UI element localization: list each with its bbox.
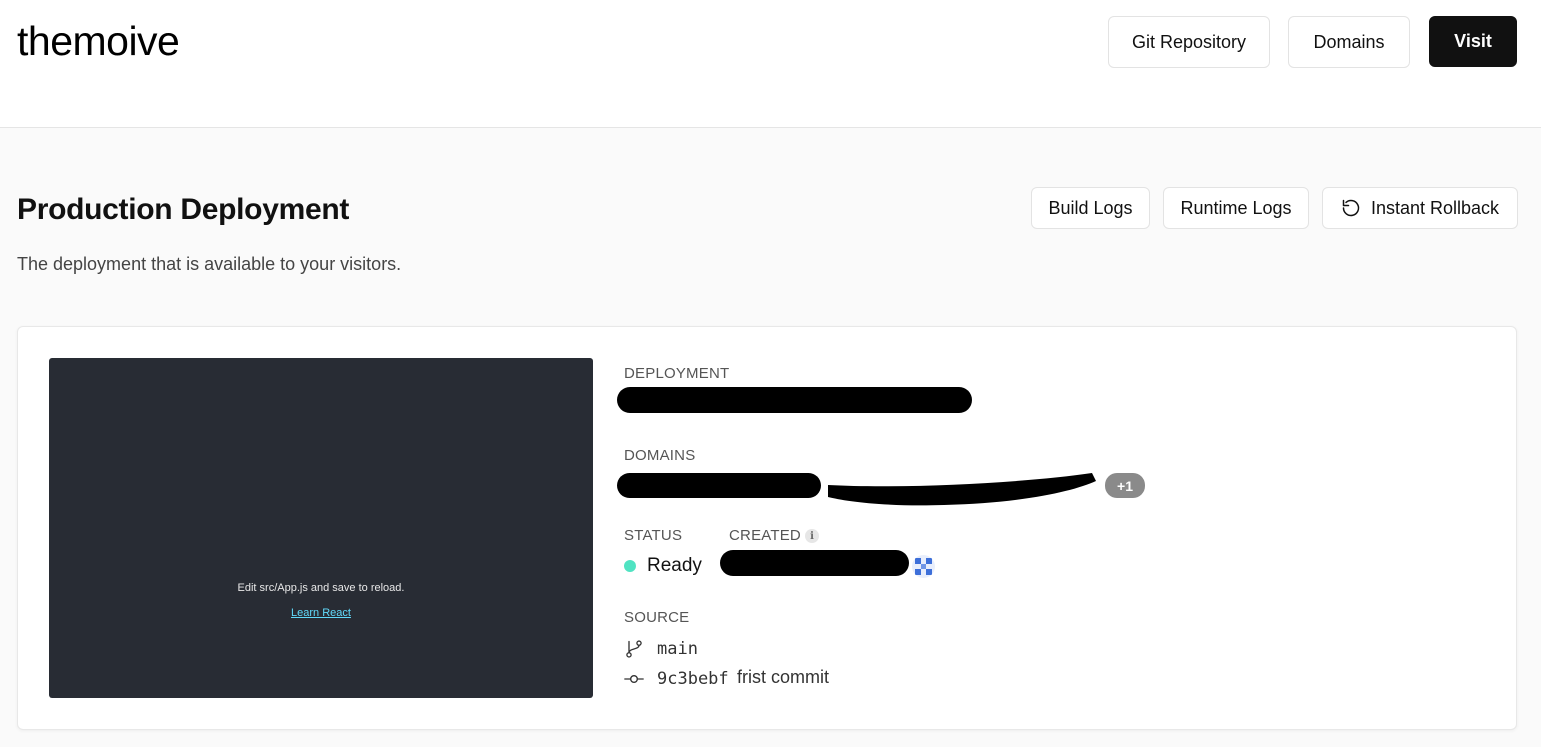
domains-label: DOMAINS <box>624 447 696 464</box>
status-label: STATUS <box>624 527 683 544</box>
commit-hash[interactable]: 9c3bebf <box>657 669 729 689</box>
instant-rollback-label: Instant Rollback <box>1370 197 1500 218</box>
section-title: Production Deployment <box>17 193 350 226</box>
commit-message[interactable]: frist commit <box>737 667 829 688</box>
deployment-preview[interactable]: Edit src/App.js and save to reload. Lear… <box>49 358 593 698</box>
source-label: SOURCE <box>624 609 690 626</box>
domains-more-badge[interactable]: +1 <box>1105 473 1145 498</box>
runtime-logs-button[interactable]: Runtime Logs <box>1163 187 1309 229</box>
visit-button[interactable]: Visit <box>1429 16 1517 67</box>
project-title: themoive <box>17 18 180 64</box>
domains-button[interactable]: Domains <box>1288 16 1410 68</box>
avatar <box>912 555 935 578</box>
redacted-created-info <box>720 550 909 576</box>
source-branch[interactable]: main <box>657 639 698 659</box>
instant-rollback-button[interactable]: Instant Rollback <box>1322 187 1518 229</box>
git-repository-button[interactable]: Git Repository <box>1108 16 1270 68</box>
status-ready-dot <box>624 560 636 572</box>
top-header: themoive Git Repository Domains Visit <box>0 0 1541 128</box>
redacted-domain-1 <box>617 473 821 498</box>
rotate-ccw-icon <box>1342 199 1360 217</box>
preview-edit-text: Edit src/App.js and save to reload. <box>237 582 405 594</box>
redacted-deployment-url <box>617 387 972 413</box>
status-value: Ready <box>647 555 702 576</box>
git-commit-icon <box>624 675 644 683</box>
build-logs-button[interactable]: Build Logs <box>1031 187 1150 229</box>
preview-learn-link[interactable]: Learn React <box>49 607 593 619</box>
created-label: CREATED <box>729 527 801 544</box>
git-branch-icon <box>626 640 642 658</box>
deployment-label: DEPLOYMENT <box>624 365 730 382</box>
section-subtitle: The deployment that is available to your… <box>17 254 402 274</box>
info-icon[interactable]: i <box>805 529 819 543</box>
redacted-domain-2 <box>828 473 1096 506</box>
